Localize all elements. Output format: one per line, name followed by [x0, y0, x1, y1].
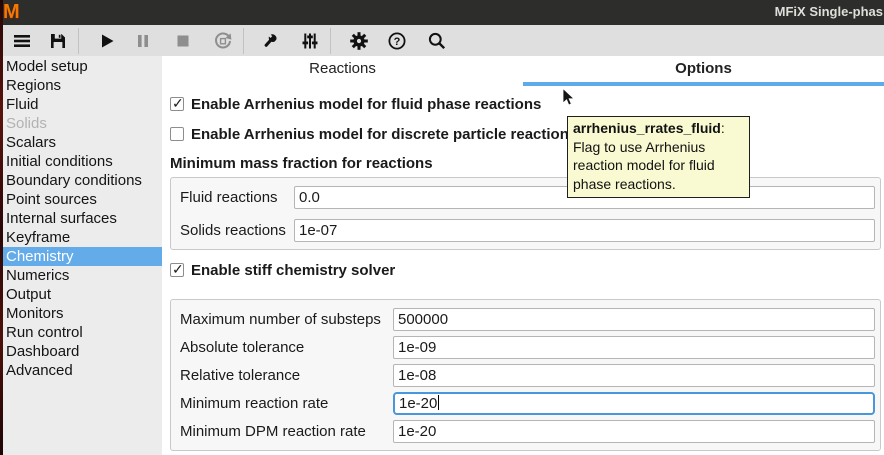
sidebar-item-point-sources[interactable]: Point sources	[0, 190, 162, 209]
solids-reactions-row: Solids reactions 1e-07	[176, 216, 875, 244]
sidebar-item-run-control[interactable]: Run control	[0, 323, 162, 342]
relative-tolerance-input[interactable]: 1e-08	[393, 364, 875, 387]
min-dpm-reaction-rate-input[interactable]: 1e-20	[393, 420, 875, 443]
sidebar-item-fluid[interactable]: Fluid	[0, 95, 162, 114]
keyword-tooltip: arrhenius_rrates_fluid: Flag to use Arrh…	[567, 116, 750, 198]
build-button[interactable]	[256, 27, 284, 55]
sidebar-item-dashboard[interactable]: Dashboard	[0, 342, 162, 361]
sidebar-item-solids: Solids	[0, 114, 162, 133]
max-substeps-row: Maximum number of substeps 500000	[176, 305, 875, 333]
absolute-tolerance-label: Absolute tolerance	[176, 339, 393, 356]
tooltip-body: Flag to use Arrhenius reaction model for…	[573, 139, 715, 192]
tooltip-keyword: arrhenius_rrates_fluid	[573, 120, 721, 136]
absolute-tolerance-input[interactable]: 1e-09	[393, 336, 875, 359]
reset-icon	[213, 31, 233, 51]
stiff-solver-groupbox: Maximum number of substeps 500000 Absolu…	[170, 299, 881, 451]
sidebar-item-output[interactable]: Output	[0, 285, 162, 304]
play-icon	[97, 31, 117, 51]
stiff-solver-checkbox[interactable]	[170, 263, 184, 277]
sidebar-item-chemistry[interactable]: Chemistry	[0, 247, 162, 266]
solids-reactions-label: Solids reactions	[176, 222, 294, 239]
min-reaction-rate-label: Minimum reaction rate	[176, 395, 393, 412]
settings-button[interactable]	[345, 27, 373, 55]
stiff-solver-label: Enable stiff chemistry solver	[191, 262, 395, 279]
text-caret	[438, 395, 439, 410]
arrhenius-fluid-checkbox[interactable]	[170, 97, 184, 111]
arrhenius-dpm-checkbox[interactable]	[170, 127, 184, 141]
sidebar-item-numerics[interactable]: Numerics	[0, 266, 162, 285]
relative-tolerance-row: Relative tolerance 1e-08	[176, 361, 875, 389]
min-reaction-rate-value: 1e-20	[399, 395, 437, 412]
arrhenius-fluid-label: Enable Arrhenius model for fluid phase r…	[191, 96, 541, 113]
reset-button[interactable]	[209, 27, 237, 55]
sidebar-item-monitors[interactable]: Monitors	[0, 304, 162, 323]
main-toolbar: ?	[0, 25, 884, 56]
sidebar-item-boundary-conditions[interactable]: Boundary conditions	[0, 171, 162, 190]
run-button[interactable]	[93, 27, 121, 55]
svg-text:?: ?	[394, 36, 401, 48]
chemistry-panel: Reactions Options Enable Arrhenius model…	[162, 56, 884, 455]
fluid-reactions-label: Fluid reactions	[176, 189, 294, 206]
pause-button[interactable]	[129, 27, 157, 55]
stiff-solver-checkbox-row: Enable stiff chemistry solver	[170, 260, 881, 280]
toolbar-separator	[330, 28, 331, 54]
absolute-tolerance-row: Absolute tolerance 1e-09	[176, 333, 875, 361]
min-dpm-reaction-rate-row: Minimum DPM reaction rate 1e-20	[176, 417, 875, 445]
stop-button[interactable]	[169, 27, 197, 55]
sidebar-item-keyframe[interactable]: Keyframe	[0, 228, 162, 247]
arrhenius-fluid-checkbox-row: Enable Arrhenius model for fluid phase r…	[170, 94, 881, 114]
gear-icon	[349, 31, 369, 51]
tab-options[interactable]: Options	[523, 56, 884, 86]
max-substeps-input[interactable]: 500000	[393, 308, 875, 331]
toolbar-separator	[243, 28, 244, 54]
mfix-logo: M	[3, 1, 19, 24]
max-substeps-label: Maximum number of substeps	[176, 311, 393, 328]
solids-reactions-input[interactable]: 1e-07	[294, 219, 875, 242]
sidebar-item-regions[interactable]: Regions	[0, 76, 162, 95]
sidebar-item-internal-surfaces[interactable]: Internal surfaces	[0, 209, 162, 228]
min-reaction-rate-input[interactable]: 1e-20	[393, 392, 875, 415]
fluid-reactions-row: Fluid reactions 0.0	[176, 183, 875, 211]
parameters-button[interactable]	[296, 27, 324, 55]
chemistry-tabbar: Reactions Options	[162, 56, 884, 86]
min-dpm-reaction-rate-label: Minimum DPM reaction rate	[176, 423, 393, 440]
save-icon	[48, 31, 68, 51]
options-content: Enable Arrhenius model for fluid phase r…	[162, 94, 884, 451]
arrhenius-dpm-checkbox-row: Enable Arrhenius model for discrete part…	[170, 124, 881, 144]
mouse-cursor-icon	[562, 88, 576, 108]
pause-icon	[133, 31, 153, 51]
sliders-icon	[300, 31, 320, 51]
window-title: MFiX Single-phas	[775, 4, 883, 19]
navigation-sidebar: Model setup Regions Fluid Solids Scalars…	[0, 56, 162, 455]
mass-fraction-heading: Minimum mass fraction for reactions	[170, 155, 881, 172]
sidebar-item-advanced[interactable]: Advanced	[0, 361, 162, 380]
tab-reactions[interactable]: Reactions	[162, 56, 523, 86]
wrench-icon	[260, 31, 280, 51]
background-window-edge	[0, 0, 3, 455]
menu-icon	[12, 31, 32, 51]
toolbar-separator	[78, 28, 79, 54]
arrhenius-dpm-label: Enable Arrhenius model for discrete part…	[191, 126, 577, 143]
search-icon	[427, 31, 447, 51]
menu-button[interactable]	[8, 27, 36, 55]
save-button[interactable]	[44, 27, 72, 55]
search-button[interactable]	[423, 27, 451, 55]
relative-tolerance-label: Relative tolerance	[176, 367, 393, 384]
window-titlebar: M MFiX Single-phas	[0, 0, 884, 25]
stop-icon	[173, 31, 193, 51]
min-reaction-rate-row: Minimum reaction rate 1e-20	[176, 389, 875, 417]
sidebar-item-model-setup[interactable]: Model setup	[0, 57, 162, 76]
mass-fraction-groupbox: Fluid reactions 0.0 Solids reactions 1e-…	[170, 177, 881, 250]
help-icon: ?	[387, 31, 407, 51]
tooltip-separator: :	[721, 120, 725, 136]
help-button[interactable]: ?	[383, 27, 411, 55]
sidebar-item-initial-conditions[interactable]: Initial conditions	[0, 152, 162, 171]
sidebar-item-scalars[interactable]: Scalars	[0, 133, 162, 152]
